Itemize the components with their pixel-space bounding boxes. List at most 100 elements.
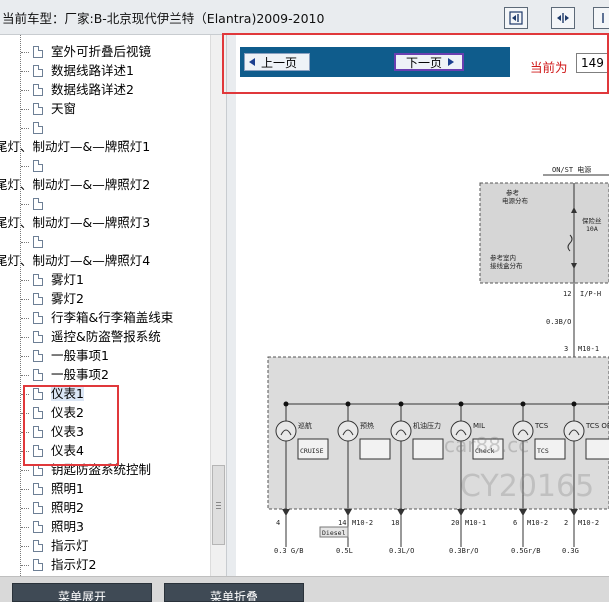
document-icon <box>33 274 43 286</box>
lamp-box-label: TCS <box>537 447 549 455</box>
document-icon <box>33 103 43 115</box>
tree-item[interactable]: 室外可折叠后视镜 <box>33 42 151 61</box>
document-icon <box>33 521 43 533</box>
tree-item-label: 数据线路详述1 <box>51 63 134 78</box>
svg-text:接线盒分布: 接线盒分布 <box>490 261 523 270</box>
svg-text:10A: 10A <box>586 225 598 233</box>
pin-number: 18 <box>391 519 399 527</box>
document-icon <box>33 198 43 210</box>
lamp-label: TCS OFF <box>585 422 609 430</box>
tree-item[interactable]: 一般事项1 <box>33 346 109 365</box>
diesel-label: Diesel <box>322 529 346 537</box>
tree-item[interactable]: 数据线路详述2 <box>33 80 134 99</box>
footer-bar: 菜单展开 菜单折叠 <box>0 576 609 602</box>
collapse-right-icon <box>601 13 604 23</box>
collapse-right-button[interactable] <box>593 7 609 29</box>
tree-item[interactable]: 行李箱&行李箱盖线束 <box>33 308 173 327</box>
document-icon <box>33 331 43 343</box>
tree-item-label: 行李箱&行李箱盖线束 <box>51 310 174 325</box>
tree-item[interactable] <box>33 118 51 137</box>
pin-number: 20 <box>451 519 459 527</box>
document-icon <box>33 350 43 362</box>
tree-item-label: 指示灯2 <box>51 557 97 572</box>
collapse-left-icon <box>509 11 523 25</box>
pin-number: 2 <box>564 519 568 527</box>
document-icon <box>33 312 43 324</box>
tree-item[interactable]: 尾灯、制动灯—&—牌照灯1 <box>0 137 150 156</box>
pin-label: M10-2 <box>578 519 599 527</box>
tree-item[interactable]: 天窗 <box>33 99 76 118</box>
tree-item[interactable]: 尾灯、制动灯—&—牌照灯2 <box>0 175 150 194</box>
tree-item-label: 照明3 <box>51 519 84 534</box>
lamp-label: 预热 <box>360 421 374 430</box>
tree-item[interactable]: 数据线路详述1 <box>33 61 134 80</box>
tree-guide-line <box>20 35 21 576</box>
pin-number: 4 <box>276 519 280 527</box>
tree-item-label: 天窗 <box>51 101 77 116</box>
tree-item[interactable]: 遥控&防盗警报系统 <box>33 327 161 346</box>
tree-item-label: 照明1 <box>51 481 84 496</box>
pin-label: M10-2 <box>527 519 548 527</box>
tree-item[interactable]: 照明2 <box>33 498 84 517</box>
tree-panel: 室外可折叠后视镜 数据线路详述1 数据线路详述2 天窗尾灯、制动灯—&—牌照灯1 尾灯、… <box>0 35 210 576</box>
lamp-5 <box>563 420 585 442</box>
lamp-label: 机油压力 <box>413 421 441 430</box>
power-label: ON/ST 电源 <box>552 165 591 174</box>
document-icon <box>33 46 43 58</box>
tree-item-label: 指示灯 <box>51 538 89 553</box>
wire-top-label: 0.3B/O <box>546 318 571 326</box>
collapse-left-button[interactable] <box>504 7 528 29</box>
diagram-viewer: 上一页 下一页 当前为 149 ON/ST 电源 参考 电源分布 保险丝 10A… <box>236 35 609 576</box>
tree-item[interactable]: 尾灯、制动灯—&—牌照灯4 <box>0 251 150 270</box>
document-icon <box>33 483 43 495</box>
lamp-2 <box>390 420 412 442</box>
svg-text:电源分布: 电源分布 <box>502 196 529 205</box>
scrollbar-thumb[interactable] <box>212 465 225 545</box>
pin-number: 14 <box>338 519 346 527</box>
tree-item[interactable] <box>33 194 51 213</box>
tree-item-label: 尾灯、制动灯—&—牌照灯3 <box>0 215 151 230</box>
wire-label: 0.3L/O <box>389 547 414 555</box>
wire-label: 0.5L <box>336 547 353 555</box>
tree-item-label: 一般事项1 <box>51 348 109 363</box>
tree-item[interactable]: 指示灯 <box>33 536 89 555</box>
document-icon <box>33 540 43 552</box>
tree-item[interactable]: 雾灯2 <box>33 289 84 308</box>
tree-item[interactable]: 照明1 <box>33 479 84 498</box>
wire-label: 0.3 G/B <box>274 547 304 555</box>
lamp-box-label: CRUISE <box>300 447 324 455</box>
pin-mid-label: M10-1 <box>578 345 599 353</box>
tree-item[interactable]: 尾灯、制动灯—&—牌照灯3 <box>0 213 150 232</box>
collapse-both-icon <box>557 13 569 23</box>
tree-scrollbar[interactable] <box>210 35 226 576</box>
wire-label: 0.5Gr/B <box>511 547 541 555</box>
menu-collapse-button[interactable]: 菜单折叠 <box>164 583 304 602</box>
pin-top: 12 <box>563 290 571 298</box>
lamp-box <box>412 438 444 460</box>
document-icon <box>33 502 43 514</box>
vehicle-label: 当前车型：厂家:B-北京现代伊兰特（Elantra)2009-2010 <box>2 11 325 26</box>
svg-text:参考室内: 参考室内 <box>490 253 516 262</box>
tree-item[interactable]: 雾灯1 <box>33 270 84 289</box>
panel-divider[interactable] <box>226 35 236 576</box>
title-bar: 当前车型：厂家:B-北京现代伊兰特（Elantra)2009-2010 <box>0 0 609 35</box>
collapse-both-button[interactable] <box>551 7 575 29</box>
svg-text:保险丝: 保险丝 <box>582 216 602 225</box>
tree-item[interactable]: 一般事项2 <box>33 365 109 384</box>
tree-item-label: 雾灯1 <box>51 272 84 287</box>
menu-expand-button[interactable]: 菜单展开 <box>12 583 152 602</box>
document-icon <box>33 65 43 77</box>
wire-label: 0.3Br/O <box>449 547 479 555</box>
tree-item[interactable] <box>33 156 51 175</box>
tree-item-label: 室外可折叠后视镜 <box>51 44 152 59</box>
pin-label: M10-1 <box>465 519 486 527</box>
nav-highlight <box>222 33 609 94</box>
tree-item[interactable]: 指示灯2 <box>33 555 96 574</box>
document-icon <box>33 293 43 305</box>
tree-item-label: 照明2 <box>51 500 84 515</box>
document-icon <box>33 369 43 381</box>
tree-item[interactable]: 照明3 <box>33 517 84 536</box>
svg-text:参考: 参考 <box>506 188 520 197</box>
tree-item[interactable] <box>33 232 51 251</box>
document-icon <box>33 236 43 248</box>
